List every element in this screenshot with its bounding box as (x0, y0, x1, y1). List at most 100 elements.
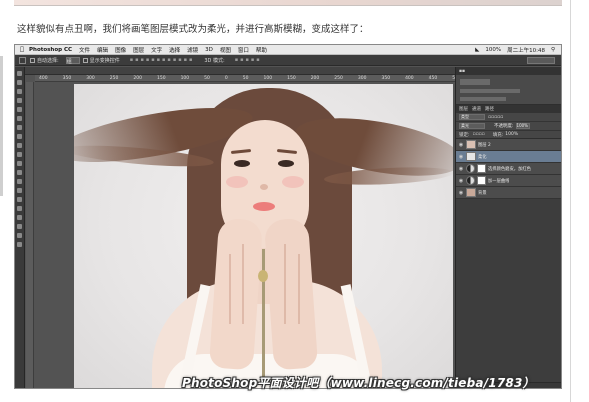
show-transform-checkbox[interactable] (82, 57, 88, 63)
opacity-input[interactable]: 100% (515, 123, 530, 129)
layer-row[interactable]: ◉ 背景 (456, 187, 561, 199)
healing-tool[interactable] (17, 125, 22, 130)
tab-layers[interactable]: 图层 (459, 106, 468, 112)
portrait-nose (260, 184, 268, 190)
ruler-mark: 50 (204, 75, 210, 81)
apple-icon[interactable]:  (15, 46, 29, 53)
layer-row[interactable]: ◉ 选择颜色磨皮，加红色 (456, 163, 561, 175)
move-tool[interactable] (17, 71, 22, 76)
auto-select-checkbox[interactable] (30, 57, 35, 63)
path-select-tool[interactable] (17, 215, 22, 220)
dodge-tool[interactable] (17, 188, 22, 193)
layer-name: 背景 (478, 190, 487, 196)
hand-tool[interactable] (17, 233, 22, 238)
ruler-mark: 150 (156, 75, 166, 81)
menu-type[interactable]: 文字 (151, 46, 162, 54)
crop-tool[interactable] (17, 107, 22, 112)
layer-row-selected[interactable]: ◉ 柔化 (456, 151, 561, 163)
ruler-mark: 400 (39, 75, 48, 81)
lock-row: 锁定: ▫▫▫▫ 填充: 100% (456, 131, 561, 139)
adjustment-layer-icon (466, 176, 475, 185)
eyedropper-tool[interactable] (17, 116, 22, 121)
zoom-tool[interactable] (17, 242, 22, 247)
layer-name: 图层 2 (478, 142, 491, 148)
menu-file[interactable]: 文件 (79, 46, 90, 54)
ruler-mark: 250 (334, 75, 343, 81)
document-canvas[interactable] (74, 84, 453, 388)
app-name[interactable]: Photoshop CC (29, 47, 72, 53)
layer-row[interactable]: ◉ 加一层曲线 (456, 175, 561, 187)
auto-select-dropdown[interactable]: 组 (65, 56, 80, 65)
menu-3d[interactable]: 3D (205, 47, 213, 53)
layer-name: 选择颜色磨皮，加红色 (488, 166, 531, 172)
ruler-mark: 100 (263, 75, 273, 81)
menu-image[interactable]: 图像 (115, 46, 126, 54)
lock-label: 锁定: (459, 132, 470, 138)
blend-row: 柔光 不透明度: 100% (456, 122, 561, 131)
workspace-switcher[interactable] (527, 56, 555, 64)
document-tab-bar[interactable] (25, 67, 455, 75)
visibility-eye-icon[interactable]: ◉ (456, 154, 466, 160)
portrait-lips (253, 202, 275, 211)
layer-filter-row: 类型 ▫▫▫▫▫ (456, 113, 561, 122)
battery-status[interactable]: 100% (485, 47, 501, 53)
layer-row[interactable]: ◉ 图层 2 (456, 139, 561, 151)
eye-left (234, 160, 250, 167)
layer-mask-thumbnail (477, 164, 486, 173)
fill-input[interactable]: 100% (505, 132, 518, 137)
ruler-mark: 50 (242, 75, 249, 81)
gradient-tool[interactable] (17, 170, 22, 175)
visibility-eye-icon[interactable]: ◉ (456, 142, 466, 148)
layer-name: 加一层曲线 (488, 178, 510, 184)
quick-select-tool[interactable] (17, 98, 22, 103)
tab-channels[interactable]: 通道 (472, 106, 481, 112)
ruler-mark: 450 (428, 75, 438, 81)
menu-layer[interactable]: 图层 (133, 46, 144, 54)
search-icon[interactable]: ⚲ (551, 47, 555, 53)
menu-edit[interactable]: 编辑 (97, 46, 108, 54)
wifi-icon[interactable]: ◣ (475, 47, 479, 53)
lock-icons[interactable]: ▫▫▫▫ (473, 132, 485, 137)
visibility-eye-icon[interactable]: ◉ (456, 166, 466, 172)
align-buttons[interactable]: ▪▪▪▪▪▪▪▪▪▪▪▪ (130, 57, 195, 63)
kind-filter-dropdown[interactable]: 类型 (459, 114, 485, 120)
eye-right (278, 160, 294, 167)
blend-mode-dropdown[interactable]: 柔光 (459, 123, 485, 129)
menu-filter[interactable]: 滤镜 (187, 46, 198, 54)
menu-view[interactable]: 视图 (220, 46, 231, 54)
stamp-tool[interactable] (17, 143, 22, 148)
panel-control[interactable] (460, 97, 506, 101)
navigator-tab-icon[interactable]: ▪▪ (459, 69, 465, 74)
menu-select[interactable]: 选择 (169, 46, 180, 54)
menu-help[interactable]: 帮助 (256, 46, 267, 54)
ruler-mark: 200 (310, 75, 320, 81)
3d-mode-buttons[interactable]: ▪▪▪▪▪ (235, 57, 262, 63)
filter-icons[interactable]: ▫▫▫▫▫ (488, 115, 503, 120)
menu-window[interactable]: 窗口 (238, 46, 249, 54)
lasso-tool[interactable] (17, 89, 22, 94)
article-caption: 这样貌似有点丑啊，我们将画笔图层模式改为柔光，并进行高斯模糊，变成这样了： (17, 24, 369, 35)
visibility-eye-icon[interactable]: ◉ (456, 190, 466, 196)
eraser-tool[interactable] (17, 161, 22, 166)
fill-label: 填充: (492, 132, 504, 138)
move-tool-icon[interactable] (19, 56, 26, 64)
type-tool[interactable] (17, 206, 22, 211)
panel-control[interactable] (460, 79, 490, 85)
watermark-text: PhotoShop平面设计吧（www.linecg.com/tieba/1783… (182, 376, 535, 390)
finger-line (242, 244, 244, 324)
ruler-mark: 250 (109, 75, 119, 81)
marquee-tool[interactable] (17, 80, 22, 85)
layer-thumbnail (466, 140, 476, 149)
shape-tool[interactable] (17, 224, 22, 229)
tab-paths[interactable]: 路径 (485, 106, 494, 112)
pen-tool[interactable] (17, 197, 22, 202)
blur-tool[interactable] (17, 179, 22, 184)
menubar-clock[interactable]: 周二上午10:48 (507, 46, 545, 54)
layer-name: 柔化 (478, 154, 487, 160)
history-brush-tool[interactable] (17, 152, 22, 157)
options-bar: 自动选择: 组 显示变换控件 ▪▪▪▪▪▪▪▪▪▪▪▪ 3D 模式: ▪▪▪▪▪ (15, 55, 561, 66)
flower-bud (258, 270, 268, 282)
panel-control[interactable] (460, 89, 520, 93)
visibility-eye-icon[interactable]: ◉ (456, 178, 466, 184)
brush-tool[interactable] (17, 134, 22, 139)
